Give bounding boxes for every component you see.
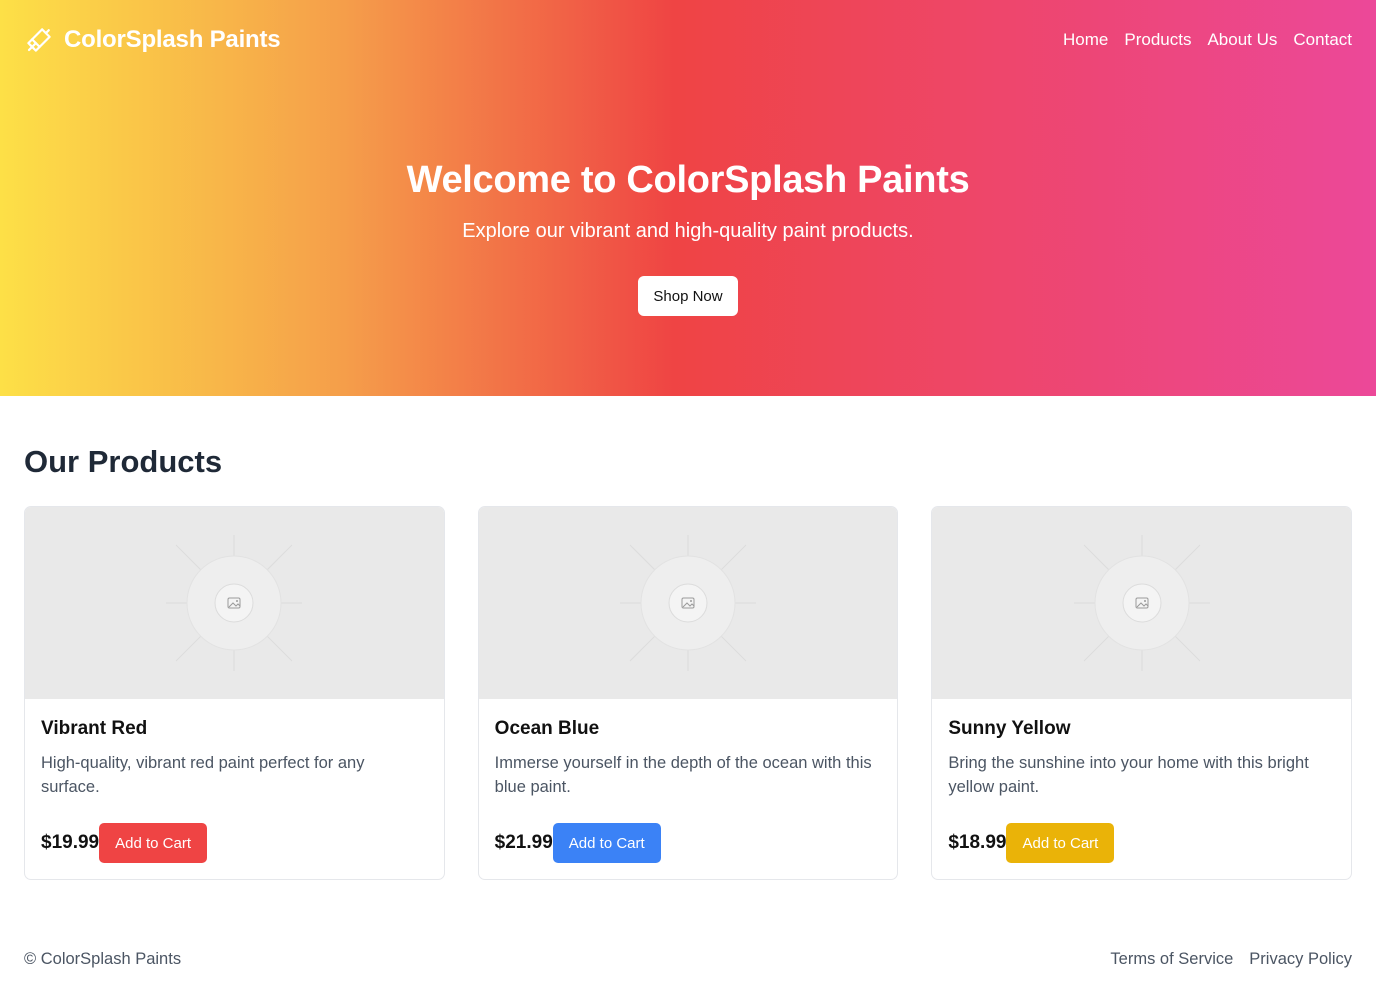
product-description: Bring the sunshine into your home with t… bbox=[948, 754, 1309, 796]
page-footer: © ColorSplash Paints Terms of Service Pr… bbox=[24, 950, 1352, 969]
nav-contact[interactable]: Contact bbox=[1293, 30, 1352, 50]
main-nav: Home Products About Us Contact bbox=[1063, 30, 1352, 50]
product-image bbox=[25, 507, 444, 699]
product-grid: Vibrant Red High-quality, vibrant red pa… bbox=[24, 506, 1353, 880]
brand-link[interactable]: ColorSplash Paints bbox=[24, 25, 281, 55]
hero-content: Welcome to ColorSplash Paints Explore ou… bbox=[0, 156, 1376, 316]
shop-now-button[interactable]: Shop Now bbox=[638, 276, 738, 316]
product-card-ocean-blue: Ocean Blue Immerse yourself in the depth… bbox=[477, 506, 899, 880]
product-image bbox=[932, 507, 1352, 699]
product-name: Sunny Yellow bbox=[948, 718, 1071, 739]
brand-name: ColorSplash Paints bbox=[64, 26, 281, 53]
image-placeholder-icon bbox=[618, 533, 758, 673]
add-to-cart-button[interactable]: Add to Cart bbox=[552, 823, 661, 863]
product-description: Immerse yourself in the depth of the oce… bbox=[494, 754, 872, 796]
add-to-cart-button[interactable]: Add to Cart bbox=[1006, 823, 1115, 863]
nav-home[interactable]: Home bbox=[1063, 30, 1108, 50]
add-to-cart-button[interactable]: Add to Cart bbox=[99, 823, 207, 863]
card-footer: $21.99 Add to Cart bbox=[495, 823, 882, 863]
product-image bbox=[478, 507, 898, 699]
card-body: Ocean Blue Immerse yourself in the depth… bbox=[479, 699, 898, 863]
product-card-vibrant-red: Vibrant Red High-quality, vibrant red pa… bbox=[24, 506, 445, 880]
top-navbar: ColorSplash Paints Home Products About U… bbox=[24, 22, 1352, 58]
nav-about-us[interactable]: About Us bbox=[1207, 30, 1277, 50]
footer-links: Terms of Service Privacy Policy bbox=[1110, 950, 1352, 969]
products-section: Our Products Vibrant Red High-quality, v… bbox=[0, 396, 1376, 880]
copyright-text: © ColorSplash Paints bbox=[24, 950, 182, 968]
hero-title: Welcome to ColorSplash Paints bbox=[406, 159, 970, 201]
hero-subtitle: Explore our vibrant and high-quality pai… bbox=[462, 220, 914, 242]
product-description: High-quality, vibrant red paint perfect … bbox=[41, 754, 365, 796]
image-placeholder-icon bbox=[1072, 533, 1212, 673]
hero-section: ColorSplash Paints Home Products About U… bbox=[0, 0, 1376, 396]
nav-products[interactable]: Products bbox=[1124, 30, 1191, 50]
product-price: $18.99 bbox=[948, 832, 1007, 853]
card-body: Vibrant Red High-quality, vibrant red pa… bbox=[25, 699, 444, 863]
products-heading: Our Products bbox=[24, 444, 223, 479]
card-footer: $18.99 Add to Cart bbox=[948, 823, 1335, 863]
product-name: Vibrant Red bbox=[41, 718, 148, 739]
card-footer: $19.99 Add to Cart bbox=[41, 823, 428, 863]
product-price: $21.99 bbox=[494, 832, 553, 853]
product-name: Ocean Blue bbox=[494, 718, 600, 739]
product-price: $19.99 bbox=[41, 832, 100, 853]
product-card-sunny-yellow: Sunny Yellow Bring the sunshine into you… bbox=[931, 506, 1353, 880]
card-body: Sunny Yellow Bring the sunshine into you… bbox=[932, 699, 1351, 863]
privacy-policy-link[interactable]: Privacy Policy bbox=[1249, 950, 1352, 969]
terms-of-service-link[interactable]: Terms of Service bbox=[1110, 950, 1233, 969]
image-placeholder-icon bbox=[164, 533, 304, 673]
paintbrush-icon bbox=[24, 25, 54, 55]
